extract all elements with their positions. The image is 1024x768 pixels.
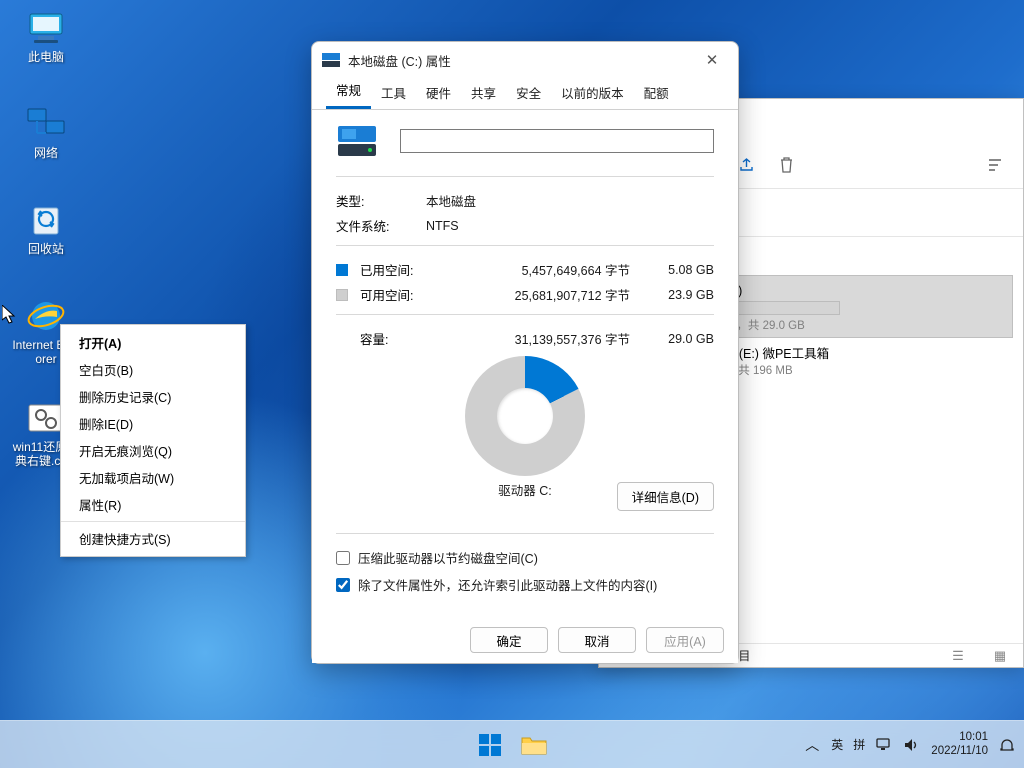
ctx-shortcut[interactable]: 创建快捷方式(S): [61, 525, 245, 552]
clock[interactable]: 10:01 2022/11/10: [931, 731, 988, 759]
title-text: 本地磁盘 (C:) 属性: [348, 51, 451, 70]
drive-icon: [336, 124, 378, 158]
ctx-open[interactable]: 打开(A): [61, 329, 245, 356]
label-type: 类型:: [336, 191, 426, 210]
cap-bytes: 31,139,557,376 字节: [426, 329, 644, 348]
label-fs: 文件系统:: [336, 216, 426, 235]
free-bytes: 25,681,907,712 字节: [426, 285, 644, 304]
used-gb: 5.08 GB: [644, 263, 714, 277]
network-icon: [26, 104, 66, 144]
titlebar[interactable]: 本地磁盘 (C:) 属性 ✕: [312, 42, 738, 78]
view-list-icon[interactable]: ☰: [947, 645, 969, 667]
tab-prev[interactable]: 以前的版本: [551, 77, 634, 109]
ctx-del-history[interactable]: 删除历史记录(C): [61, 383, 245, 410]
taskbar[interactable]: ︿ 英 拼 10:01 2022/11/10: [0, 720, 1024, 768]
ctx-del-ie[interactable]: 删除IE(D): [61, 410, 245, 437]
tab-general[interactable]: 常规: [326, 74, 371, 109]
used-swatch: [336, 264, 348, 276]
compress-checkbox[interactable]: 压缩此驱动器以节约磁盘空间(C): [336, 548, 714, 567]
separator: [61, 521, 245, 522]
label-free: 可用空间:: [360, 285, 426, 304]
desktop[interactable]: 此电脑 网络 回收站 Internet Explorer win11还原经典右键…: [0, 0, 1024, 768]
close-button[interactable]: ✕: [696, 44, 728, 76]
action-sort-icon[interactable]: [987, 156, 1005, 174]
apply-button[interactable]: 应用(A): [646, 627, 724, 653]
volume-tray-icon[interactable]: [903, 736, 921, 754]
time: 10:01: [931, 731, 988, 745]
tab-quota[interactable]: 配额: [634, 77, 679, 109]
free-swatch: [336, 289, 348, 301]
desktop-icon-network[interactable]: 网络: [12, 104, 80, 160]
free-gb: 23.9 GB: [644, 288, 714, 302]
index-input[interactable]: [336, 578, 350, 592]
ime-lang[interactable]: 英: [831, 736, 843, 753]
cursor-icon: [2, 305, 18, 325]
value-type: 本地磁盘: [426, 191, 714, 210]
dialog-buttons: 确定 取消 应用(A): [312, 617, 738, 663]
ok-button[interactable]: 确定: [470, 627, 548, 653]
ctx-noaddons[interactable]: 无加载项启动(W): [61, 464, 245, 491]
tab-share[interactable]: 共享: [461, 77, 506, 109]
ctx-props[interactable]: 属性(R): [61, 491, 245, 518]
date: 2022/11/10: [931, 745, 988, 759]
network-tray-icon[interactable]: [875, 736, 893, 754]
desktop-icon-recycle[interactable]: 回收站: [12, 200, 80, 256]
view-grid-icon[interactable]: ▦: [989, 645, 1011, 667]
usage-pie-chart: [465, 356, 585, 476]
value-fs: NTFS: [426, 219, 714, 233]
explorer-task-icon[interactable]: [516, 727, 552, 763]
notifications-icon[interactable]: [998, 736, 1016, 754]
label: 网络: [34, 146, 58, 160]
context-menu: 打开(A) 空白页(B) 删除历史记录(C) 删除IE(D) 开启无痕浏览(Q)…: [60, 324, 246, 557]
tab-hardware[interactable]: 硬件: [416, 77, 461, 109]
ctx-blank[interactable]: 空白页(B): [61, 356, 245, 383]
cap-gb: 29.0 GB: [644, 332, 714, 346]
tabs: 常规 工具 硬件 共享 安全 以前的版本 配额: [312, 78, 738, 110]
details-button[interactable]: 详细信息(D): [617, 482, 714, 511]
label: 此电脑: [28, 50, 64, 64]
action-delete-icon[interactable]: [777, 156, 795, 174]
volume-name-input[interactable]: [400, 129, 714, 153]
pc-icon: [26, 8, 66, 48]
system-tray: ︿ 英 拼 10:01 2022/11/10: [803, 731, 1024, 759]
start-button[interactable]: [472, 727, 508, 763]
general-panel: 类型: 本地磁盘 文件系统: NTFS 已用空间: 5,457,649,664 …: [312, 110, 738, 617]
tab-tools[interactable]: 工具: [371, 77, 416, 109]
compress-input[interactable]: [336, 551, 350, 565]
label-cap: 容量:: [360, 329, 426, 348]
label-used: 已用空间:: [360, 260, 426, 279]
action-share-icon[interactable]: [737, 156, 755, 174]
drive-icon: [322, 53, 340, 67]
recycle-icon: [26, 200, 66, 240]
index-checkbox[interactable]: 除了文件属性外，还允许索引此驱动器上文件的内容(I): [336, 575, 714, 594]
ctx-inprivate[interactable]: 开启无痕浏览(Q): [61, 437, 245, 464]
desktop-icon-this-pc[interactable]: 此电脑: [12, 8, 80, 64]
label: 回收站: [28, 242, 64, 256]
ime-mode[interactable]: 拼: [853, 736, 865, 753]
used-bytes: 5,457,649,664 字节: [426, 260, 644, 279]
tab-security[interactable]: 安全: [506, 77, 551, 109]
cancel-button[interactable]: 取消: [558, 627, 636, 653]
tray-chevron-icon[interactable]: ︿: [803, 736, 821, 754]
properties-dialog: 本地磁盘 (C:) 属性 ✕ 常规 工具 硬件 共享 安全 以前的版本 配额 类…: [311, 41, 739, 664]
